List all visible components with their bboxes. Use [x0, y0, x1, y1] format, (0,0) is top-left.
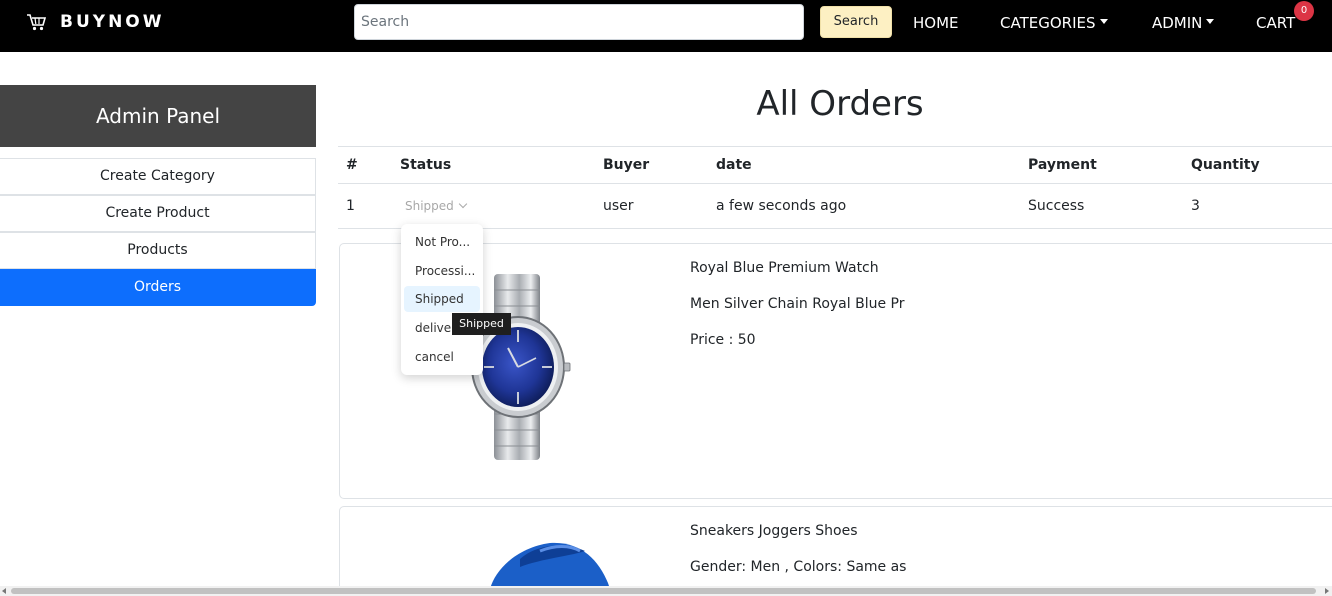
status-option-cancel[interactable]: cancel — [404, 344, 480, 370]
scroll-right-arrow-icon[interactable] — [1325, 588, 1329, 594]
status-option-processing[interactable]: Processi... — [404, 258, 480, 284]
sidebar-item-create-category[interactable]: Create Category — [0, 158, 316, 195]
column-header-buyer: Buyer — [595, 146, 708, 184]
column-header-status: Status — [392, 146, 595, 184]
order-status-cell: Shipped — [392, 183, 595, 229]
order-index-cell: 1 — [338, 183, 392, 229]
order-payment-cell: Success — [1020, 183, 1183, 229]
sidebar-item-create-product[interactable]: Create Product — [0, 195, 316, 232]
nav-admin-dropdown[interactable]: ADMIN — [1152, 13, 1215, 33]
order-product-card: Sneakers Joggers Shoes Gender: Men , Col… — [339, 506, 1332, 596]
product-name: Sneakers Joggers Shoes — [690, 523, 858, 539]
caret-down-icon — [1099, 19, 1108, 24]
status-select-value: Shipped — [405, 199, 454, 213]
option-tooltip: Shipped — [452, 313, 511, 335]
order-quantity-cell: 3 — [1183, 183, 1332, 229]
product-description: Gender: Men , Colors: Same as — [690, 559, 907, 575]
nav-categories-dropdown[interactable]: CATEGORIES — [1000, 13, 1108, 33]
horizontal-scrollbar[interactable] — [0, 586, 1332, 596]
search-button[interactable]: Search — [820, 6, 892, 38]
sidebar-item-products[interactable]: Products — [0, 232, 316, 269]
chevron-down-icon — [458, 199, 468, 209]
column-header-index: # — [338, 146, 392, 184]
column-header-quantity: Quantity — [1183, 146, 1332, 184]
scroll-left-arrow-icon[interactable] — [2, 588, 6, 594]
status-option-not-processed[interactable]: Not Pro... — [404, 229, 480, 255]
status-select[interactable]: Shipped — [403, 199, 468, 213]
nav-categories-label: CATEGORIES — [1000, 14, 1096, 32]
scrollbar-thumb[interactable] — [11, 588, 1316, 594]
status-option-shipped[interactable]: Shipped — [404, 286, 480, 312]
page-title: All Orders — [756, 84, 924, 124]
shopping-cart-icon — [27, 14, 47, 31]
nav-cart-link[interactable]: CART — [1256, 13, 1295, 33]
brand-link[interactable]: BUYNOW — [26, 12, 165, 32]
orders-table: # Status Buyer date Payment Quantity 1 S… — [338, 146, 1332, 229]
order-buyer-cell: user — [595, 183, 708, 229]
nav-cart-label: CART — [1256, 14, 1296, 32]
table-row: 1 Shipped user a few seconds ago Success… — [338, 183, 1332, 229]
nav-home-link[interactable]: HOME — [913, 13, 959, 33]
admin-panel-title: Admin Panel — [0, 85, 316, 147]
nav-home-label: HOME — [913, 14, 959, 32]
order-product-card: Royal Blue Premium Watch Men Silver Chai… — [339, 243, 1332, 499]
column-header-date: date — [708, 146, 1020, 184]
product-price: Price : 50 — [690, 332, 756, 348]
sidebar-item-orders[interactable]: Orders — [0, 269, 316, 306]
table-header-row: # Status Buyer date Payment Quantity — [338, 146, 1332, 184]
nav-admin-label: ADMIN — [1152, 14, 1203, 32]
caret-down-icon — [1206, 19, 1215, 24]
order-date-cell: a few seconds ago — [708, 183, 1020, 229]
search-input[interactable] — [354, 4, 804, 40]
column-header-payment: Payment — [1020, 146, 1183, 184]
status-dropdown-menu: Not Pro... Processi... Shipped deliver c… — [401, 224, 483, 375]
product-name: Royal Blue Premium Watch — [690, 260, 879, 276]
product-description: Men Silver Chain Royal Blue Pr — [690, 296, 905, 312]
cart-count-badge: 0 — [1294, 1, 1314, 21]
sneaker-image — [490, 542, 610, 589]
navbar: BUYNOW Search HOME CATEGORIES ADMIN CART… — [0, 0, 1332, 52]
brand-name[interactable]: BUYNOW — [60, 12, 165, 32]
